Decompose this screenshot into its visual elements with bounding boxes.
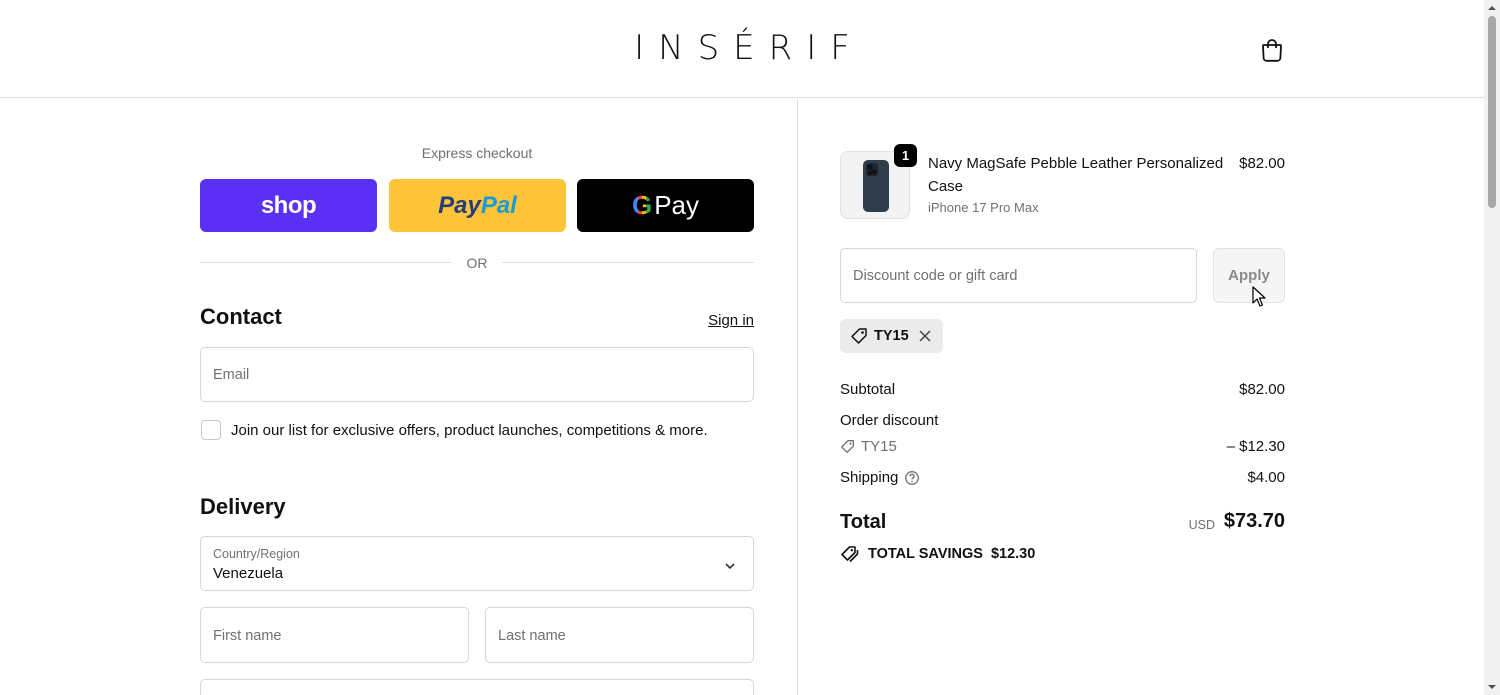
discount-code-text: TY15 [861,438,897,455]
scrollbar-thumb[interactable] [1488,16,1496,208]
quantity-badge: 1 [894,144,917,167]
order-discount-label: Order discount [840,412,939,429]
total-savings: TOTAL SAVINGS $12.30 [840,545,1035,563]
shopping-bag-icon[interactable] [1258,36,1286,64]
first-name-field[interactable]: First name [200,607,469,663]
or-label: OR [466,255,488,271]
sign-in-link[interactable]: Sign in [680,312,754,329]
remove-discount-icon[interactable] [917,328,933,344]
shop-pay-button[interactable]: shop [200,179,377,232]
applied-discount-chip: TY15 [840,319,943,353]
apply-discount-button[interactable]: Apply [1213,248,1285,303]
scroll-up-arrow-icon[interactable] [1487,3,1497,13]
last-name-placeholder: Last name [498,628,566,644]
email-placeholder: Email [213,367,250,383]
delivery-heading: Delivery [200,494,286,519]
contact-heading: Contact [200,304,282,329]
paypal-button[interactable]: Pay Pal [389,179,566,232]
tags-icon [841,546,859,563]
subtotal-value: $82.00 [1239,381,1285,398]
last-name-field[interactable]: Last name [485,607,754,663]
paypal-logo-pay: Pay [438,191,481,219]
tag-icon [841,440,854,453]
discount-value: – $12.30 [1226,438,1285,455]
savings-value: $12.30 [990,546,1036,562]
newsletter-checkbox[interactable] [201,420,221,440]
shipping-value: $4.00 [1247,469,1285,486]
discount-placeholder: Discount code or gift card [853,268,1018,284]
google-pay-label: Pay [654,190,700,220]
total-currency: USD [1188,518,1215,532]
first-name-placeholder: First name [213,628,282,644]
savings-label: TOTAL SAVINGS [868,546,983,562]
mouse-pointer-icon [1252,286,1266,307]
google-g-icon: G [631,190,653,220]
shipping-row: Shipping [840,469,920,486]
total-value: $73.70 [1223,510,1285,532]
google-pay-button[interactable]: G Pay [577,179,754,232]
product-variant: iPhone 17 Pro Max [928,200,1039,215]
country-label: Country/Region [213,547,300,561]
email-field[interactable]: Email [200,347,754,402]
scroll-down-arrow-icon[interactable] [1487,682,1497,692]
shipping-label: Shipping [840,469,899,486]
site-header: INSÉRIF [0,0,1484,98]
chevron-down-icon [725,563,735,570]
product-name: Navy MagSafe Pebble Leather Personalized… [928,155,1224,195]
page-scrollbar[interactable] [1484,0,1500,695]
total-label: Total [840,511,887,533]
order-summary: 1 Navy MagSafe Pebble Leather Personaliz… [798,99,1484,695]
applied-code-label: TY15 [874,328,909,344]
checkout-form-column: Express checkout shop Pay Pal G Pay OR Con… [0,99,797,695]
help-circle-icon[interactable] [904,470,920,486]
discount-code-field[interactable]: Discount code or gift card [840,248,1197,303]
next-address-field[interactable] [200,679,754,695]
country-select[interactable]: Country/Region Venezuela [200,536,754,591]
country-value: Venezuela [213,565,284,582]
or-divider: OR [200,252,754,272]
paypal-logo-pal: Pal [480,191,517,219]
express-checkout-label: Express checkout [421,145,533,161]
product-price: $82.00 [1239,155,1285,172]
subtotal-label: Subtotal [840,381,896,398]
divider-line-right [502,262,754,263]
shop-pay-logo: shop [260,191,317,219]
tag-icon [851,328,867,344]
newsletter-label: Join our list for exclusive offers, prod… [231,422,708,439]
discount-code-row: TY15 [840,438,897,455]
